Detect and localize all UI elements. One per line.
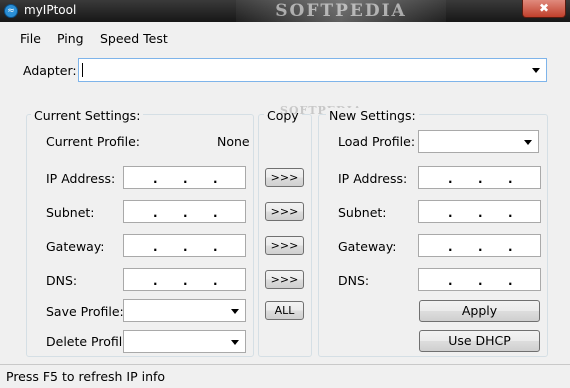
new-ip-field[interactable]: ... — [418, 166, 541, 189]
ip-octet-separator: . — [478, 172, 483, 186]
current-gateway-label: Gateway: — [46, 239, 105, 254]
ip-octet-separator: . — [508, 206, 513, 220]
ip-octet-separator: . — [448, 240, 453, 254]
new-gateway-label: Gateway: — [338, 239, 397, 254]
ip-octet-separator: . — [183, 172, 188, 186]
menu-ping[interactable]: Ping — [57, 31, 84, 46]
status-text: Press F5 to refresh IP info — [6, 369, 166, 384]
current-profile-value: None — [217, 134, 250, 149]
current-ip-label: IP Address: — [46, 171, 116, 186]
current-settings-title: Current Settings: — [31, 108, 144, 123]
ip-octet-separator: . — [153, 274, 158, 288]
ip-octet-separator: . — [213, 274, 218, 288]
current-dns-field[interactable]: ... — [123, 268, 246, 291]
dropdown-arrow-icon — [524, 139, 532, 145]
app-icon: ≈ — [4, 4, 18, 18]
current-dns-label: DNS: — [46, 273, 78, 288]
current-subnet-label: Subnet: — [46, 205, 95, 220]
window-title: myIPtool — [24, 3, 77, 17]
save-profile-label: Save Profile: — [46, 304, 124, 319]
ip-octet-separator: . — [153, 240, 158, 254]
menu-file[interactable]: File — [20, 31, 41, 46]
current-profile-label: Current Profile: — [46, 134, 141, 149]
status-bar: Press F5 to refresh IP info — [0, 364, 570, 388]
new-dns-label: DNS: — [338, 273, 370, 288]
menu-speed-test[interactable]: Speed Test — [100, 31, 168, 46]
menu-bar: File Ping Speed Test — [0, 22, 570, 54]
ip-octet-separator: . — [213, 172, 218, 186]
load-profile-select[interactable] — [418, 130, 539, 153]
ip-octet-separator: . — [448, 274, 453, 288]
current-ip-field[interactable]: ... — [123, 166, 246, 189]
dropdown-arrow-icon — [231, 308, 239, 314]
ip-octet-separator: . — [153, 206, 158, 220]
apply-button[interactable]: Apply — [419, 300, 540, 322]
title-bar: ≈ myIPtool SOFTPEDIA ✖ — [0, 0, 570, 22]
new-subnet-field[interactable]: ... — [418, 200, 541, 223]
adapter-select[interactable] — [78, 58, 547, 82]
delete-profile-select[interactable] — [123, 330, 246, 353]
ip-octet-separator: . — [508, 274, 513, 288]
use-dhcp-button[interactable]: Use DHCP — [419, 330, 540, 352]
ip-octet-separator: . — [183, 206, 188, 220]
current-gateway-field[interactable]: ... — [123, 234, 246, 257]
copy-dns-button[interactable]: >>> — [265, 270, 304, 289]
load-profile-label: Load Profile: — [338, 134, 416, 149]
new-gateway-field[interactable]: ... — [418, 234, 541, 257]
close-button[interactable]: ✖ — [522, 0, 566, 18]
delete-profile-label: Delete Profile: — [46, 334, 135, 349]
dropdown-arrow-icon — [532, 68, 540, 73]
new-settings-title: New Settings: — [326, 108, 419, 123]
ip-octet-separator: . — [508, 240, 513, 254]
copy-subnet-button[interactable]: >>> — [265, 202, 304, 221]
new-ip-label: IP Address: — [338, 171, 408, 186]
ip-octet-separator: . — [213, 240, 218, 254]
ip-octet-separator: . — [478, 274, 483, 288]
ip-octet-separator: . — [183, 274, 188, 288]
dropdown-arrow-icon — [231, 339, 239, 345]
adapter-label: Adapter: — [23, 63, 77, 78]
save-profile-select[interactable] — [123, 299, 246, 322]
ip-octet-separator: . — [213, 206, 218, 220]
copy-gateway-button[interactable]: >>> — [265, 236, 304, 255]
copy-all-button[interactable]: ALL — [265, 301, 304, 320]
ip-octet-separator: . — [153, 172, 158, 186]
ip-octet-separator: . — [448, 206, 453, 220]
ip-octet-separator: . — [448, 172, 453, 186]
ip-octet-separator: . — [478, 240, 483, 254]
ip-octet-separator: . — [183, 240, 188, 254]
softpedia-watermark: SOFTPEDIA — [236, 0, 446, 22]
text-caret — [82, 63, 83, 77]
current-subnet-field[interactable]: ... — [123, 200, 246, 223]
new-dns-field[interactable]: ... — [418, 268, 541, 291]
ip-octet-separator: . — [508, 172, 513, 186]
copy-ip-button[interactable]: >>> — [265, 168, 304, 187]
new-subnet-label: Subnet: — [338, 205, 387, 220]
ip-octet-separator: . — [478, 206, 483, 220]
